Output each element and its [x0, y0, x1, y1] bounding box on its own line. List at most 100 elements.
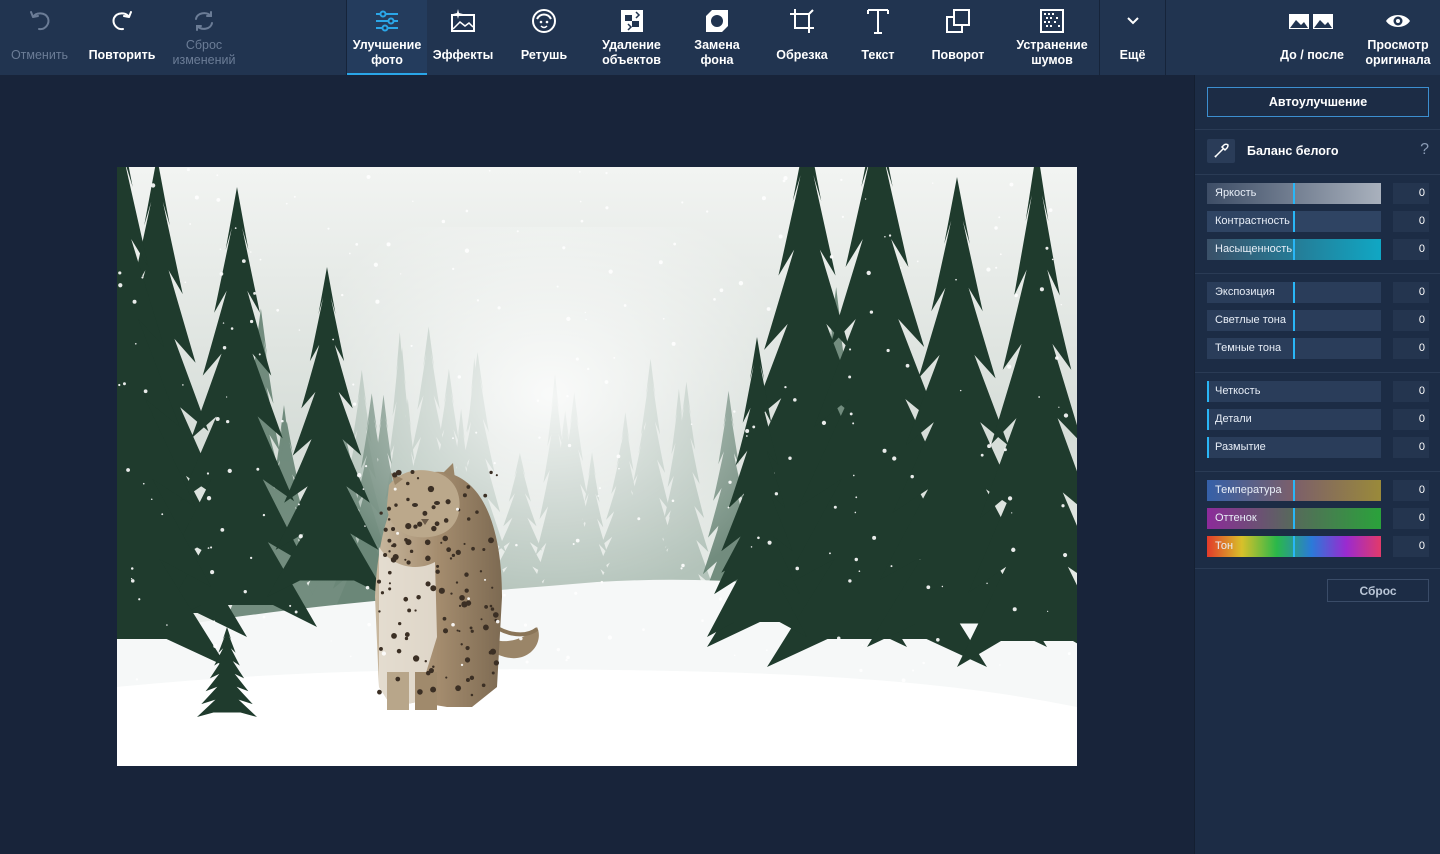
slider-3-0[interactable]: Температура — [1207, 480, 1381, 501]
panel-divider — [1195, 568, 1440, 569]
slider-thumb[interactable] — [1293, 183, 1295, 204]
redo-icon — [112, 11, 132, 31]
slider-label: Размытие — [1215, 441, 1266, 453]
slider-thumb[interactable] — [1207, 437, 1209, 458]
slider-label: Контрастность — [1215, 215, 1290, 227]
eyedropper-button[interactable] — [1207, 139, 1235, 163]
undo-button[interactable]: Отменить — [0, 0, 79, 75]
tab-rotate[interactable]: Поворот — [918, 0, 998, 75]
toolbar-divider — [1165, 0, 1166, 75]
slider-label: Тон — [1215, 540, 1234, 552]
tab-enhance[interactable]: Улучшение фото — [347, 0, 427, 75]
text-icon — [867, 9, 889, 34]
slider-value-field[interactable]: 0 — [1393, 480, 1429, 501]
denoise-icon — [1040, 9, 1064, 33]
chevron-down-icon — [1126, 17, 1139, 25]
slider-3-1[interactable]: Оттенок — [1207, 508, 1381, 529]
undo-label: Отменить — [10, 48, 69, 62]
slider-thumb[interactable] — [1293, 239, 1295, 260]
tab-effects-label: Эффекты — [432, 48, 494, 62]
slider-value-field[interactable]: 0 — [1393, 508, 1429, 529]
slider-label: Температура — [1215, 484, 1282, 496]
slider-thumb[interactable] — [1293, 310, 1295, 331]
slider-2-2[interactable]: Размытие — [1207, 437, 1381, 458]
tab-denoise-label: Устранение шумов — [1016, 38, 1088, 67]
slider-1-2[interactable]: Темные тона — [1207, 338, 1381, 359]
slider-value-field[interactable]: 0 — [1393, 338, 1429, 359]
object-removal-icon — [620, 10, 643, 32]
panel-divider — [1195, 471, 1440, 472]
help-icon[interactable]: ? — [1420, 141, 1429, 159]
slider-0-2[interactable]: Насыщенность — [1207, 239, 1381, 260]
canvas-area — [0, 75, 1194, 854]
snow-leopard-forest-image — [117, 167, 1077, 766]
panel-divider — [1195, 129, 1440, 130]
slider-thumb[interactable] — [1293, 282, 1295, 303]
tab-effects[interactable]: Эффекты — [427, 0, 499, 75]
redo-label: Повторить — [88, 48, 156, 62]
slider-value-field[interactable]: 0 — [1393, 310, 1429, 331]
tab-enhance-label: Улучшение фото — [352, 38, 422, 67]
tab-retouch[interactable]: Ретушь — [503, 0, 585, 75]
slider-value-field[interactable]: 0 — [1393, 211, 1429, 232]
tab-text-label: Текст — [861, 48, 895, 62]
before-after-label: До / после — [1280, 48, 1344, 62]
before-after-button[interactable]: До / после — [1272, 0, 1352, 75]
reset-button[interactable]: Сброс — [1327, 579, 1429, 602]
tab-text[interactable]: Текст — [845, 0, 911, 75]
reset-changes-label: Сброс изменений — [172, 38, 236, 67]
slider-3-2[interactable]: Тон — [1207, 536, 1381, 557]
tab-background-replace[interactable]: Замена фона — [678, 0, 756, 75]
eyedropper-icon — [1214, 143, 1229, 158]
crop-icon — [790, 9, 814, 33]
panel-divider — [1195, 174, 1440, 175]
undo-icon — [29, 11, 49, 31]
slider-thumb[interactable] — [1293, 536, 1295, 557]
photo-preview[interactable] — [117, 167, 1077, 766]
slider-value-field[interactable]: 0 — [1393, 239, 1429, 260]
slider-0-1[interactable]: Контрастность — [1207, 211, 1381, 232]
slider-thumb[interactable] — [1293, 338, 1295, 359]
slider-label: Темные тона — [1215, 342, 1282, 354]
tab-object-removal-label: Удаление объектов — [602, 38, 661, 67]
slider-thumb[interactable] — [1207, 381, 1209, 402]
slider-1-1[interactable]: Светлые тона — [1207, 310, 1381, 331]
slider-value-field[interactable]: 0 — [1393, 437, 1429, 458]
reset-changes-button[interactable]: Сброс изменений — [163, 0, 245, 75]
tab-crop[interactable]: Обрезка — [763, 0, 841, 75]
eye-icon — [1386, 15, 1410, 27]
tab-object-removal[interactable]: Удаление объектов — [589, 0, 674, 75]
redo-button[interactable]: Повторить — [81, 0, 163, 75]
view-original-button[interactable]: Просмотр оригинала — [1358, 0, 1438, 75]
slider-label: Четкость — [1215, 385, 1261, 397]
tab-retouch-label: Ретушь — [520, 48, 568, 62]
slider-thumb[interactable] — [1293, 211, 1295, 232]
slider-label: Экспозиция — [1215, 286, 1275, 298]
slider-label: Насыщенность — [1215, 243, 1293, 255]
white-balance-label: Баланс белого — [1247, 144, 1339, 158]
background-replace-icon — [706, 10, 728, 32]
reset-icon — [195, 11, 213, 31]
slider-label: Оттенок — [1215, 512, 1257, 524]
sliders-icon — [376, 10, 398, 32]
slider-0-0[interactable]: Яркость — [1207, 183, 1381, 204]
slider-value-field[interactable]: 0 — [1393, 381, 1429, 402]
slider-value-field[interactable]: 0 — [1393, 183, 1429, 204]
slider-value-field[interactable]: 0 — [1393, 409, 1429, 430]
before-after-icon — [1289, 14, 1333, 29]
slider-1-0[interactable]: Экспозиция — [1207, 282, 1381, 303]
slider-value-field[interactable]: 0 — [1393, 536, 1429, 557]
auto-enhance-button[interactable]: Автоулучшение — [1207, 87, 1429, 117]
rotate-icon — [946, 9, 970, 33]
slider-thumb[interactable] — [1293, 508, 1295, 529]
slider-thumb[interactable] — [1293, 480, 1295, 501]
slider-2-1[interactable]: Детали — [1207, 409, 1381, 430]
slider-value-field[interactable]: 0 — [1393, 282, 1429, 303]
tab-denoise[interactable]: Устранение шумов — [1006, 0, 1098, 75]
more-button[interactable]: Ещё — [1100, 0, 1165, 75]
slider-2-0[interactable]: Четкость — [1207, 381, 1381, 402]
slider-thumb[interactable] — [1207, 409, 1209, 430]
more-label: Ещё — [1119, 48, 1146, 62]
slider-label: Яркость — [1215, 187, 1257, 199]
top-toolbar: Отменить Повторить Сброс изменений Улучш… — [0, 0, 1440, 75]
